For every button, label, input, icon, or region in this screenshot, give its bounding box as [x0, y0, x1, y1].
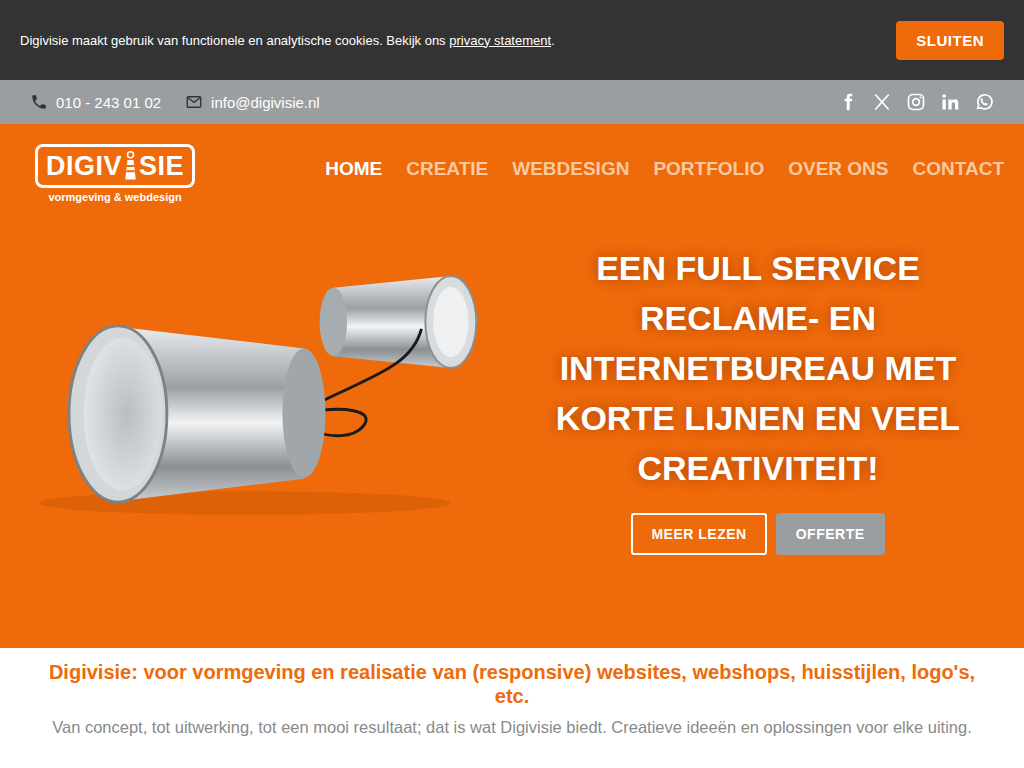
nav-item[interactable]: OVER ONS	[788, 158, 888, 180]
intro-section: Digivisie: voor vormgeving en realisatie…	[0, 648, 1024, 738]
hero-button[interactable]: MEER LEZEN	[631, 513, 766, 555]
intro-text: Van concept, tot uitwerking, tot een moo…	[30, 716, 994, 738]
lighthouse-icon	[123, 149, 138, 183]
phone-link[interactable]: 010 - 243 01 02	[30, 93, 161, 111]
contact-bar: 010 - 243 01 02 info@digivisie.nl	[0, 80, 1024, 124]
privacy-link[interactable]: privacy statement	[449, 33, 551, 48]
hero-headline: EEN FULL SERVICERECLAME- ENINTERNETBUREA…	[556, 243, 960, 493]
cookie-text: Digivisie maakt gebruik van functionele …	[20, 33, 555, 48]
logo-wordmark: DIGIVSIE	[35, 144, 195, 188]
phone-number: 010 - 243 01 02	[56, 94, 161, 111]
logo-tagline: vormgeving & webdesign	[48, 191, 181, 203]
logo[interactable]: DIGIVSIE vormgeving & webdesign	[35, 144, 195, 203]
page: Digivisie maakt gebruik van functionele …	[0, 0, 1024, 738]
email-link[interactable]: info@digivisie.nl	[185, 93, 320, 111]
nav-item[interactable]: PORTFOLIO	[653, 158, 764, 180]
phone-icon	[30, 93, 48, 111]
nav-item[interactable]: WEBDESIGN	[512, 158, 629, 180]
instagram-icon[interactable]	[906, 92, 926, 112]
tin-can-phone-image	[0, 203, 500, 648]
hero-section: DIGIVSIE vormgeving & webdesign HOME CREATI…	[0, 124, 1024, 648]
nav-item[interactable]: CONTACT	[913, 158, 1004, 180]
header: DIGIVSIE vormgeving & webdesign HOME CREATI…	[0, 124, 1024, 203]
nav-item[interactable]: HOME	[325, 158, 382, 180]
email-address: info@digivisie.nl	[211, 94, 320, 111]
x-icon[interactable]	[872, 92, 892, 112]
mail-icon	[185, 93, 203, 111]
intro-heading: Digivisie: voor vormgeving en realisatie…	[30, 660, 994, 708]
cookie-bar: Digivisie maakt gebruik van functionele …	[0, 0, 1024, 80]
linkedin-icon[interactable]	[940, 92, 960, 112]
close-cookie-button[interactable]: SLUITEN	[896, 21, 1004, 60]
main-nav: HOME CREATIE WEBDESIGN PORTFOLIO OVER ONS CON…	[325, 144, 1004, 180]
hero-button[interactable]: OFFERTE	[776, 513, 885, 555]
facebook-icon[interactable]	[838, 92, 858, 112]
nav-item[interactable]: CREATIE	[406, 158, 488, 180]
whatsapp-icon[interactable]	[974, 92, 994, 112]
